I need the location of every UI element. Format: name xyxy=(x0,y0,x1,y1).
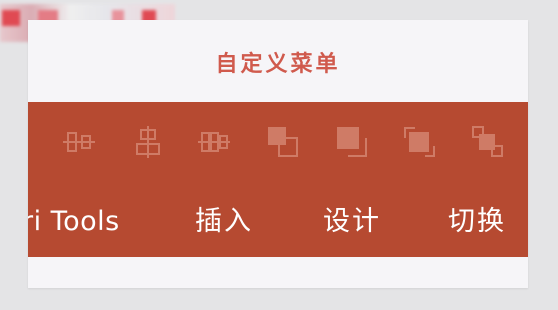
distribute-horizontal-icon[interactable] xyxy=(194,122,234,162)
ribbon-tab-row: ri Tools 插入 设计 切换 xyxy=(28,200,528,244)
ribbon-icon-row xyxy=(28,122,528,162)
tab-transitions[interactable]: 切换 xyxy=(448,200,506,244)
dialog-title: 自定义菜单 xyxy=(215,52,341,77)
align-center-icon[interactable] xyxy=(128,122,168,162)
tab-tools[interactable]: ri Tools xyxy=(28,200,120,244)
tab-insert[interactable]: 插入 xyxy=(195,200,253,244)
custom-menu-card: 自定义菜单 ri Tools 插入 设计 切换 xyxy=(28,20,528,288)
align-middle-icon[interactable] xyxy=(59,122,99,162)
tab-design[interactable]: 设计 xyxy=(323,200,381,244)
group-objects-icon[interactable] xyxy=(468,122,508,162)
blurred-chip xyxy=(2,10,20,26)
send-backward-icon[interactable] xyxy=(333,122,373,162)
ribbon: ri Tools 插入 设计 切换 xyxy=(28,102,528,257)
bring-to-front-icon[interactable] xyxy=(400,122,440,162)
bring-forward-icon[interactable] xyxy=(264,122,304,162)
